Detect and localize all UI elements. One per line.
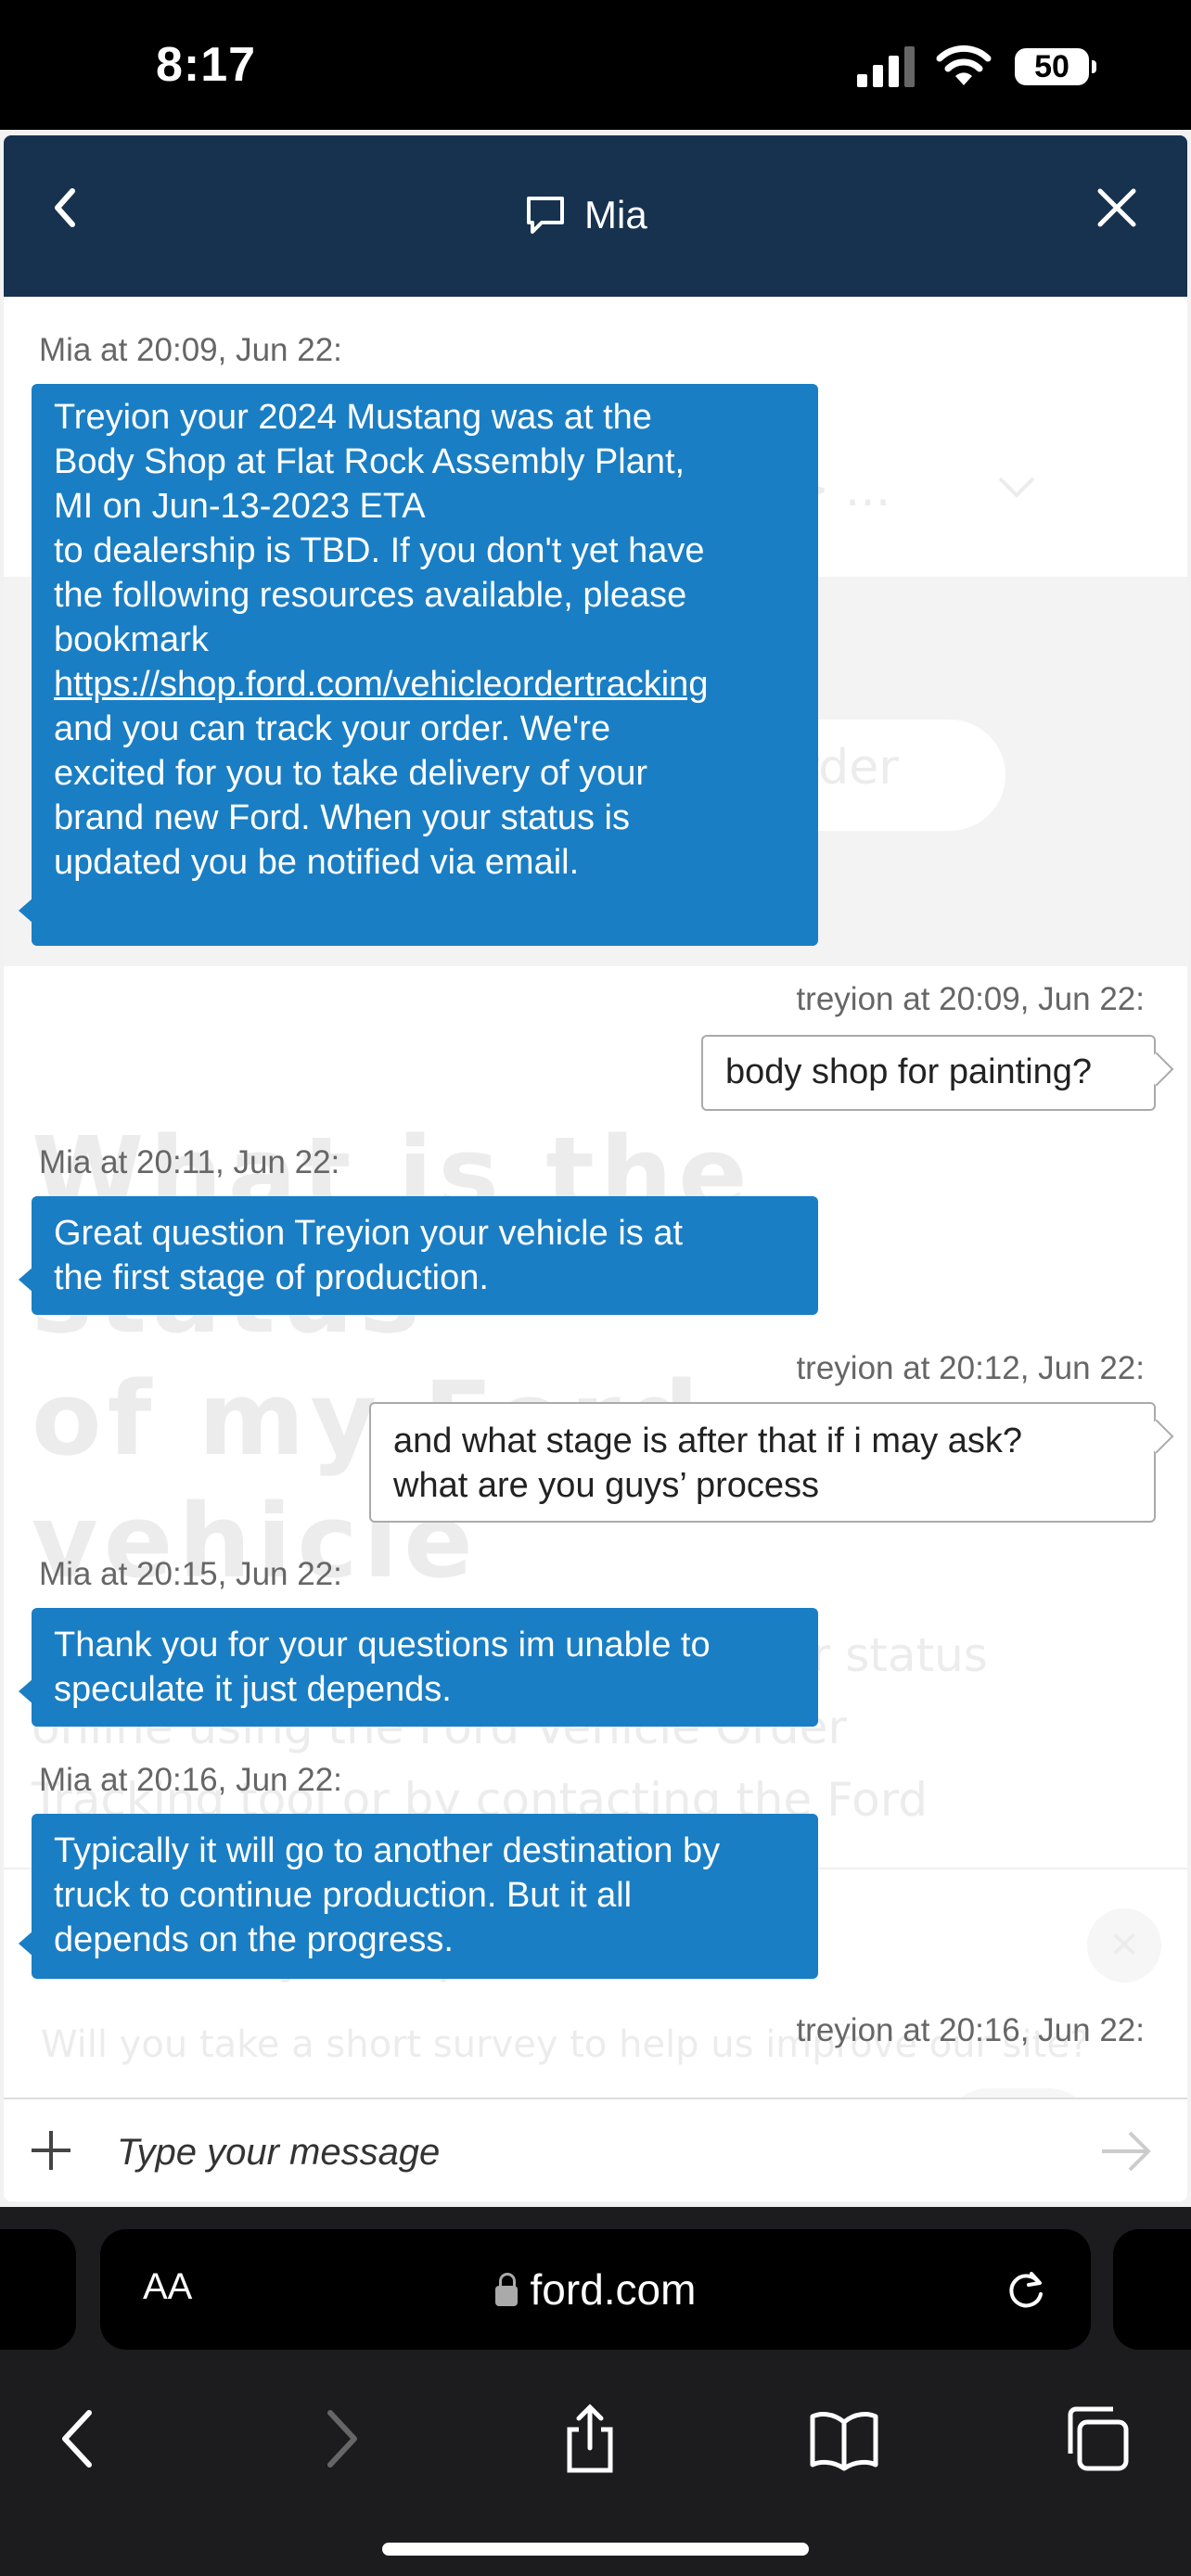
browser-toolbar <box>0 2402 1191 2494</box>
clock: 8:17 <box>156 38 257 92</box>
share-icon[interactable] <box>553 2402 627 2476</box>
url-display[interactable]: ford.com <box>100 2264 1091 2315</box>
chat-header: Mia <box>4 135 1187 297</box>
user-message: and what stage is after that if i may as… <box>369 1402 1156 1523</box>
next-tab-edge[interactable] <box>1113 2229 1191 2350</box>
background-chevron-down-icon <box>998 477 1035 498</box>
message-meta: Mia at 20:15, Jun 22: <box>39 1556 342 1592</box>
send-arrow-icon[interactable] <box>1098 2125 1154 2177</box>
battery-indicator: 50 <box>1015 48 1096 85</box>
back-icon[interactable] <box>39 180 95 236</box>
domain-text: ford.com <box>530 2265 697 2314</box>
message-input[interactable] <box>115 2122 972 2183</box>
close-icon[interactable] <box>1089 180 1145 236</box>
chat-bubble-icon <box>527 197 564 234</box>
tabs-icon[interactable] <box>1059 2402 1133 2476</box>
message-composer <box>4 2098 1187 2201</box>
plus-icon[interactable] <box>28 2127 74 2174</box>
agent-message: Thank you for your questions im unable t… <box>19 1608 818 1727</box>
back-icon[interactable] <box>43 2402 117 2476</box>
cellular-signal-icon <box>857 45 920 87</box>
agent-message: Treyion your 2024 Mustang was at the Bod… <box>19 384 818 946</box>
survey-close-icon[interactable]: ✕ <box>1087 1908 1161 1983</box>
chat-widget: Support > Owner Resources > ... icle ord… <box>4 135 1187 2201</box>
lock-icon <box>494 2273 518 2306</box>
user-message: body shop for painting? <box>701 1035 1156 1111</box>
address-bar[interactable]: AA ford.com <box>100 2229 1091 2350</box>
message-meta: treyion at 20:12, Jun 22: <box>796 1350 1145 1386</box>
agent-message: Typically it will go to another destinat… <box>19 1814 818 1979</box>
bookmarks-icon[interactable] <box>807 2402 881 2476</box>
message-meta: treyion at 20:16, Jun 22: <box>796 2012 1145 2048</box>
message-meta: Mia at 20:16, Jun 22: <box>39 1762 342 1798</box>
home-indicator <box>382 2543 809 2556</box>
forward-icon[interactable] <box>302 2402 377 2476</box>
wifi-icon <box>936 45 992 85</box>
status-bar: 8:17 50 <box>0 0 1191 130</box>
message-meta: Mia at 20:11, Jun 22: <box>39 1144 340 1180</box>
message-meta: treyion at 20:09, Jun 22: <box>796 981 1145 1017</box>
agent-name: Mia <box>584 193 647 236</box>
chat-title: Mia <box>523 187 647 243</box>
message-meta: Mia at 20:09, Jun 22: <box>39 332 342 368</box>
reload-icon[interactable] <box>1002 2266 1050 2315</box>
previous-tab-edge[interactable] <box>0 2229 76 2350</box>
agent-message: Great question Treyion your vehicle is a… <box>19 1196 818 1315</box>
browser-chrome: AA ford.com <box>0 2207 1191 2576</box>
order-tracking-link[interactable]: https://shop.ford.com/vehicleordertracki… <box>54 665 708 704</box>
